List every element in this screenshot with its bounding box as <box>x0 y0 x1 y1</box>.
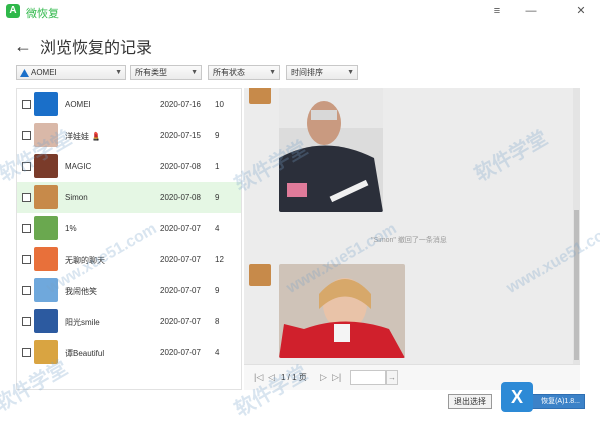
message-count: 8 <box>215 317 220 326</box>
aomei-logo-icon <box>20 69 29 77</box>
avatar <box>34 216 58 240</box>
conversation-date: 2020-07-07 <box>160 255 201 264</box>
watermark-logo-icon: X <box>501 382 533 412</box>
row-checkbox[interactable] <box>22 193 31 202</box>
row-checkbox[interactable] <box>22 100 31 109</box>
conversation-date: 2020-07-07 <box>160 224 201 233</box>
message-count: 12 <box>215 255 224 264</box>
avatar <box>34 309 58 333</box>
close-button[interactable]: ✕ <box>572 2 590 20</box>
exit-selection-button[interactable]: 退出选择 <box>448 394 492 409</box>
message-count: 1 <box>215 162 220 171</box>
page-title: 浏览恢复的记录 <box>40 40 153 57</box>
row-checkbox[interactable] <box>22 255 31 264</box>
avatar <box>34 247 58 271</box>
conversation-name: Simon <box>65 193 88 202</box>
conversation-date: 2020-07-07 <box>160 348 201 357</box>
message-count: 9 <box>215 286 220 295</box>
back-arrow-icon[interactable]: ← <box>14 36 34 57</box>
row-checkbox[interactable] <box>22 348 31 357</box>
avatar <box>34 185 58 209</box>
row-checkbox[interactable] <box>22 131 31 140</box>
type-select-value: 所有类型 <box>135 68 167 77</box>
conversation-date: 2020-07-07 <box>160 286 201 295</box>
conversation-name: 谭Beautiful <box>65 349 105 358</box>
avatar <box>34 92 58 116</box>
page-number-input[interactable] <box>350 370 386 385</box>
conversation-date: 2020-07-08 <box>160 162 201 171</box>
menu-button[interactable]: ≡ <box>488 2 506 20</box>
message-count: 4 <box>215 348 220 357</box>
minimize-button[interactable]: — <box>522 2 540 20</box>
go-page-button[interactable]: → <box>386 370 398 385</box>
conversation-date: 2020-07-16 <box>160 100 201 109</box>
conversation-date: 2020-07-15 <box>160 131 201 140</box>
conversation-row[interactable]: 阳光smile 2020-07-07 8 <box>17 306 241 337</box>
message-count: 9 <box>215 131 220 140</box>
app-name: 微恢复 <box>26 8 59 20</box>
conversation-date: 2020-07-07 <box>160 317 201 326</box>
chevron-down-icon: ▼ <box>115 69 122 76</box>
account-select-value: AOMEI <box>31 68 57 77</box>
sender-avatar <box>249 264 271 286</box>
account-select[interactable]: AOMEI ▼ <box>16 65 126 80</box>
chevron-down-icon: ▼ <box>191 69 198 76</box>
message-count: 10 <box>215 100 224 109</box>
row-checkbox[interactable] <box>22 286 31 295</box>
sender-avatar <box>249 88 271 104</box>
conversation-name: 阳光smile <box>65 318 100 327</box>
status-select-value: 所有状态 <box>213 68 245 77</box>
conversation-name: AOMEI <box>65 100 91 109</box>
chevron-down-icon: ▼ <box>269 69 276 76</box>
title-bar: A 微恢复 ≡ — ✕ <box>0 0 600 22</box>
app-logo-icon: A <box>6 4 20 18</box>
conversation-date: 2020-07-08 <box>160 193 201 202</box>
conversation-name: MAGIC <box>65 162 92 171</box>
conversation-name: 1% <box>65 224 77 233</box>
recall-notice: "Simon" 撤回了一条消息 <box>371 237 447 244</box>
status-select[interactable]: 所有状态 ▼ <box>208 65 280 80</box>
row-checkbox[interactable] <box>22 317 31 326</box>
conversation-row[interactable]: Simon 2020-07-08 9 <box>17 182 241 213</box>
last-page-button[interactable]: ▷| <box>332 372 341 383</box>
chat-scrollbar-thumb[interactable] <box>574 210 579 360</box>
conversation-row[interactable]: AOMEI 2020-07-16 10 <box>17 89 241 120</box>
type-select[interactable]: 所有类型 ▼ <box>130 65 202 80</box>
page-header: ← 浏览恢复的记录 <box>14 34 152 58</box>
message-count: 4 <box>215 224 220 233</box>
next-page-button[interactable]: ▷ <box>320 372 327 383</box>
row-checkbox[interactable] <box>22 224 31 233</box>
message-count: 9 <box>215 193 220 202</box>
sort-select-value: 时间排序 <box>291 68 323 77</box>
chevron-down-icon: ▼ <box>347 69 354 76</box>
sort-select[interactable]: 时间排序 ▼ <box>286 65 358 80</box>
